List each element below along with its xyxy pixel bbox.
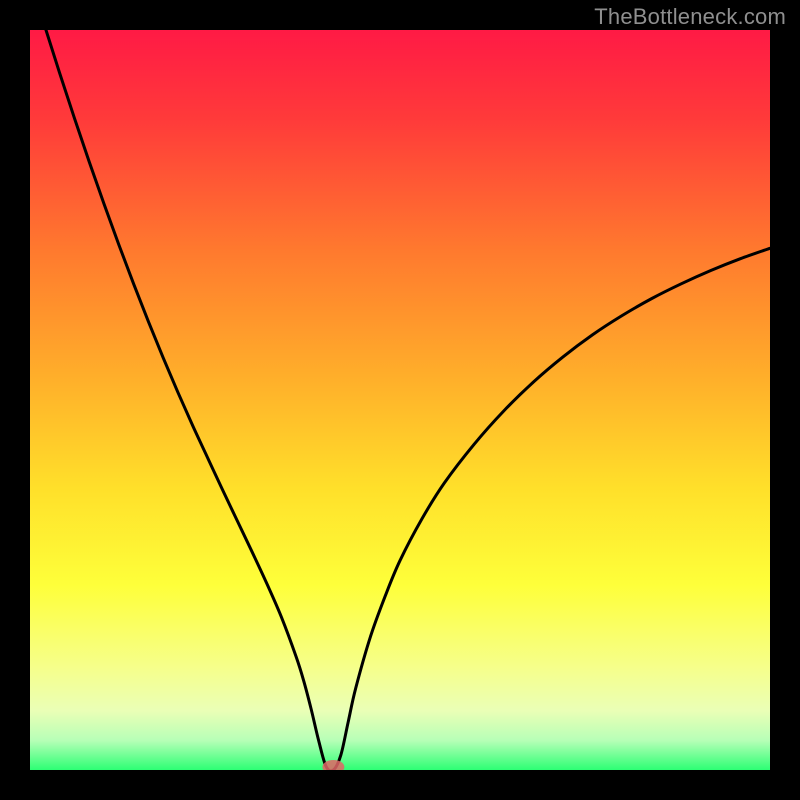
watermark-text: TheBottleneck.com bbox=[594, 4, 786, 30]
chart-frame: TheBottleneck.com bbox=[0, 0, 800, 800]
bottleneck-curve-chart bbox=[30, 30, 770, 770]
gradient-background bbox=[30, 30, 770, 770]
